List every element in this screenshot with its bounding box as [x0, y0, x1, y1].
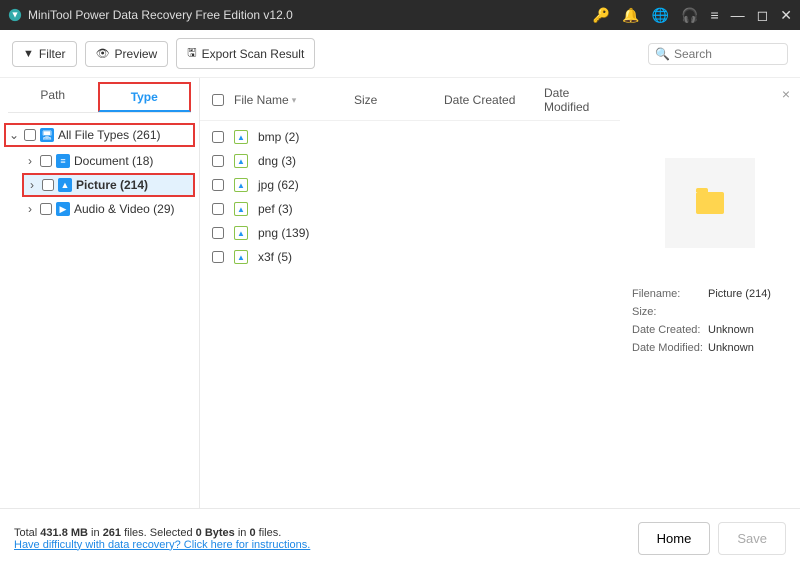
col-filename[interactable]: File Name▾: [234, 93, 354, 107]
save-button[interactable]: Save: [718, 522, 786, 555]
export-button[interactable]: 🖫 Export Scan Result: [176, 38, 315, 69]
tree: ⌄ 🖥 All File Types (261) › ≡ Document (1…: [0, 113, 199, 508]
tree-item-audiovideo[interactable]: › ▶ Audio & Video (29): [22, 199, 195, 219]
home-button[interactable]: Home: [638, 522, 711, 555]
file-header: File Name▾ Size Date Created Date Modifi…: [200, 78, 620, 121]
file-name: x3f (5): [258, 250, 292, 264]
tab-path[interactable]: Path: [8, 82, 98, 112]
tab-type[interactable]: Type: [98, 82, 192, 112]
sidebar: Path Type ⌄ 🖥 All File Types (261) › ≡ D…: [0, 78, 200, 508]
col-size[interactable]: Size: [354, 93, 444, 107]
chevron-right-icon[interactable]: ›: [24, 154, 36, 168]
chevron-right-icon[interactable]: ›: [26, 178, 38, 192]
tree-item-label: Picture (214): [76, 178, 148, 192]
titlebar: MiniTool Power Data Recovery Free Editio…: [0, 0, 800, 30]
video-icon: ▶: [56, 202, 70, 216]
tree-root-label: All File Types (261): [58, 128, 161, 142]
tree-checkbox[interactable]: [40, 203, 52, 215]
help-link[interactable]: Have difficulty with data recovery? Clic…: [14, 539, 310, 551]
window-title: MiniTool Power Data Recovery Free Editio…: [28, 8, 593, 22]
detail-size-label: Size:: [632, 306, 708, 318]
list-item[interactable]: ▲ pef (3): [212, 197, 608, 221]
filter-icon: ▼: [23, 48, 34, 60]
folder-icon: ▲: [234, 178, 248, 192]
select-all-checkbox[interactable]: [212, 94, 224, 106]
list-item[interactable]: ▲ dng (3): [212, 149, 608, 173]
row-checkbox[interactable]: [212, 227, 224, 239]
folder-icon: ▲: [234, 154, 248, 168]
row-checkbox[interactable]: [212, 131, 224, 143]
globe-icon[interactable]: 🌐: [652, 8, 669, 22]
menu-icon[interactable]: ≡: [710, 8, 718, 22]
tree-root[interactable]: ⌄ 🖥 All File Types (261): [6, 125, 193, 145]
chevron-down-icon[interactable]: ⌄: [8, 128, 20, 142]
picture-icon: ▲: [58, 178, 72, 192]
tree-item-document[interactable]: › ≡ Document (18): [22, 151, 195, 171]
list-item[interactable]: ▲ jpg (62): [212, 173, 608, 197]
detail-datec-label: Date Created:: [632, 324, 708, 336]
app-logo: [8, 8, 22, 22]
file-name: bmp (2): [258, 130, 299, 144]
filter-label: Filter: [39, 47, 66, 61]
folder-icon: [696, 192, 724, 214]
eye-icon: 👁: [96, 47, 110, 60]
row-checkbox[interactable]: [212, 251, 224, 263]
detail-datem-label: Date Modified:: [632, 342, 708, 354]
search-input[interactable]: [674, 47, 781, 61]
folder-icon: ▲: [234, 202, 248, 216]
preview-thumbnail: [665, 158, 755, 248]
list-item[interactable]: ▲ bmp (2): [212, 125, 608, 149]
sort-icon: ▾: [292, 95, 297, 106]
document-icon: ≡: [56, 154, 70, 168]
detail-filename-label: Filename:: [632, 288, 708, 300]
preview-label: Preview: [115, 47, 158, 61]
row-checkbox[interactable]: [212, 203, 224, 215]
tree-checkbox[interactable]: [42, 179, 54, 191]
close-details-icon[interactable]: ×: [782, 86, 790, 102]
detail-datem-value: Unknown: [708, 342, 754, 354]
headset-icon[interactable]: 🎧: [681, 8, 698, 22]
file-list: ▲ bmp (2) ▲ dng (3) ▲ jpg (62) ▲ pef (3) ▲ pn…: [200, 121, 620, 273]
tree-item-label: Document (18): [74, 154, 153, 168]
file-name: dng (3): [258, 154, 296, 168]
row-checkbox[interactable]: [212, 179, 224, 191]
sidebar-tabs: Path Type: [8, 82, 191, 113]
preview-button[interactable]: 👁 Preview: [85, 41, 169, 67]
folder-icon: ▲: [234, 226, 248, 240]
details-pane: × Filename:Picture (214) Size: Date Crea…: [620, 78, 800, 508]
tree-root-checkbox[interactable]: [24, 129, 36, 141]
list-item[interactable]: ▲ png (139): [212, 221, 608, 245]
file-pane: File Name▾ Size Date Created Date Modifi…: [200, 78, 620, 508]
file-name: png (139): [258, 226, 309, 240]
export-icon: 🖫: [187, 44, 196, 63]
tree-item-label: Audio & Video (29): [74, 202, 175, 216]
minimize-icon[interactable]: —: [731, 8, 745, 22]
footer: Total 431.8 MB in 261 files. Selected 0 …: [0, 508, 800, 568]
tree-checkbox[interactable]: [40, 155, 52, 167]
window-controls: 🔑 🔔 🌐 🎧 ≡ — ◻ ✕: [593, 8, 792, 22]
search-icon: 🔍: [655, 47, 670, 61]
file-name: pef (3): [258, 202, 293, 216]
search-box[interactable]: 🔍: [648, 43, 788, 65]
tree-item-picture[interactable]: › ▲ Picture (214): [24, 175, 193, 195]
folder-icon: ▲: [234, 130, 248, 144]
row-checkbox[interactable]: [212, 155, 224, 167]
monitor-icon: 🖥: [40, 128, 54, 142]
bell-icon[interactable]: 🔔: [622, 8, 639, 22]
close-icon[interactable]: ✕: [780, 8, 792, 22]
key-icon[interactable]: 🔑: [593, 8, 610, 22]
toolbar: ▼ Filter 👁 Preview 🖫 Export Scan Result 🔍: [0, 30, 800, 78]
maximize-icon[interactable]: ◻: [757, 8, 769, 22]
detail-datec-value: Unknown: [708, 324, 754, 336]
col-datecreated[interactable]: Date Created: [444, 93, 544, 107]
chevron-right-icon[interactable]: ›: [24, 202, 36, 216]
footer-info: Total 431.8 MB in 261 files. Selected 0 …: [14, 527, 310, 551]
file-name: jpg (62): [258, 178, 299, 192]
list-item[interactable]: ▲ x3f (5): [212, 245, 608, 269]
filter-button[interactable]: ▼ Filter: [12, 41, 77, 67]
col-datemodified[interactable]: Date Modified: [544, 86, 608, 114]
folder-icon: ▲: [234, 250, 248, 264]
detail-filename-value: Picture (214): [708, 288, 771, 300]
export-label: Export Scan Result: [202, 47, 305, 61]
